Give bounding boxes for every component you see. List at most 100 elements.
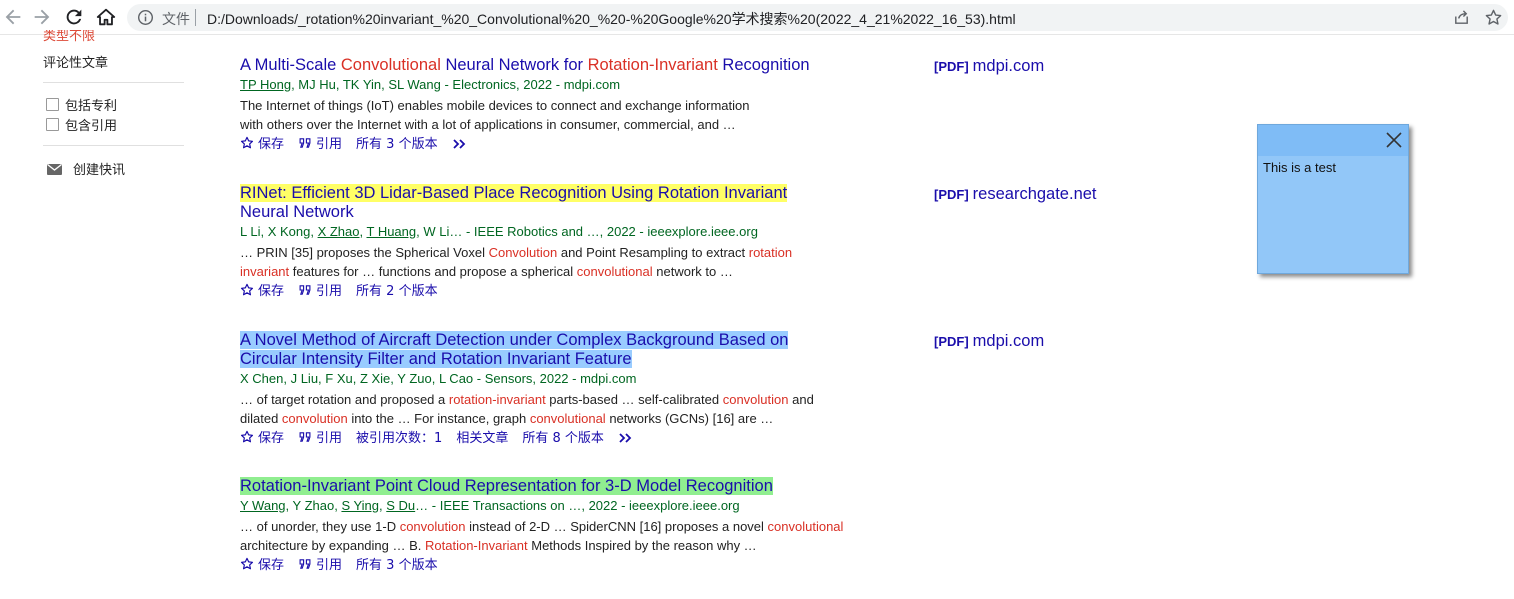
save-label: 保存 <box>258 431 285 446</box>
result-actions: 保存 引用 被引用次数：1 相关文章 所有 8 个版本 <box>240 430 860 447</box>
title-text[interactable]: Neural Network <box>240 203 354 221</box>
author-link[interactable]: X Zhao <box>318 224 360 239</box>
title-text-highlighted[interactable]: Rotation-Invariant Point Cloud Represent… <box>240 477 773 495</box>
snippet-line: dilated convolution into the … For insta… <box>240 411 774 426</box>
address-bar[interactable]: 文件 D:/Downloads/_rotation%20invariant_%2… <box>127 4 1508 31</box>
close-icon[interactable] <box>1384 130 1404 150</box>
result-authors: X Chen, J Liu, F Xu, Z Xie, Y Zuo, L Cao… <box>240 371 637 386</box>
save-label: 保存 <box>258 558 285 573</box>
save-button[interactable]: 保存 <box>240 430 285 446</box>
title-text-highlighted[interactable]: RINet: Efficient 3D Lidar-Based Place Re… <box>240 184 788 202</box>
result-authors: L Li, X Kong, X Zhao, T Huang, W Li… - I… <box>240 223 860 241</box>
snippet-line: with others over the Internet with a lot… <box>240 117 736 132</box>
snippet-line: … PRIN [35] proposes the Spherical Voxel… <box>240 245 793 260</box>
cite-label: 引用 <box>316 558 343 573</box>
more-icon[interactable] <box>452 137 472 152</box>
filter-type-any[interactable]: 类型不限 <box>43 30 95 43</box>
save-label: 保存 <box>258 137 285 152</box>
star-icon <box>240 430 254 443</box>
all-versions-link[interactable]: 所有 2 个版本 <box>356 284 438 299</box>
title-text[interactable]: Neural Network for <box>441 56 588 74</box>
result-snippet: The Internet of things (IoT) enables mob… <box>240 96 860 134</box>
sidebar-divider <box>43 145 184 146</box>
filter-review-articles[interactable]: 评论性文章 <box>43 52 108 71</box>
popup-message: This is a test <box>1263 160 1336 175</box>
forward-icon[interactable] <box>31 6 53 28</box>
authors-text: , <box>359 224 367 239</box>
quote-icon <box>299 138 311 148</box>
star-icon <box>240 283 254 296</box>
pdf-tag: [PDF] <box>934 334 969 349</box>
cite-button[interactable]: 引用 <box>298 284 342 299</box>
cite-label: 引用 <box>316 284 343 299</box>
info-icon[interactable] <box>137 9 154 26</box>
result-title[interactable]: A Novel Method of Aircraft Detection und… <box>240 331 860 369</box>
reload-icon[interactable] <box>63 6 85 28</box>
sidebar-divider <box>43 82 184 83</box>
authors-text: L Li, X Kong, <box>240 224 318 239</box>
result-item: Rotation-Invariant Point Cloud Represent… <box>240 477 860 574</box>
save-button[interactable]: 保存 <box>240 557 285 573</box>
pdf-source: researchgate.net <box>972 185 1097 203</box>
title-text-selected[interactable]: A Novel Method of Aircraft Detection und… <box>240 331 789 349</box>
title-text[interactable]: Recognition <box>718 56 809 74</box>
author-link[interactable]: S Ying <box>341 498 379 513</box>
related-articles-link[interactable]: 相关文章 <box>456 431 508 446</box>
author-link[interactable]: Y Wang <box>240 498 286 513</box>
author-link[interactable]: TP Hong <box>240 77 291 92</box>
all-versions-link[interactable]: 所有 8 个版本 <box>522 431 604 446</box>
create-alert-link[interactable]: 创建快讯 <box>73 159 125 178</box>
more-icon[interactable] <box>618 431 638 446</box>
cite-button[interactable]: 引用 <box>298 558 342 573</box>
snippet-line: … of unorder, they use 1-D convolution i… <box>240 519 844 534</box>
home-icon[interactable] <box>95 6 117 28</box>
cited-by-link[interactable]: 被引用次数：1 <box>356 431 442 446</box>
cite-button[interactable]: 引用 <box>298 137 342 152</box>
address-divider <box>195 9 196 26</box>
cite-button[interactable]: 引用 <box>298 431 342 446</box>
back-icon[interactable] <box>2 6 24 28</box>
result-item: A Novel Method of Aircraft Detection und… <box>240 331 860 447</box>
authors-source: , W Li… - IEEE Robotics and …, 2022 - ie… <box>416 224 758 239</box>
pdf-link[interactable]: [PDF] researchgate.net <box>934 185 1097 204</box>
share-icon[interactable] <box>1452 8 1471 27</box>
pdf-link[interactable]: [PDF] mdpi.com <box>934 332 1044 351</box>
bookmark-star-icon[interactable] <box>1484 8 1503 27</box>
file-label: 文件 <box>162 11 190 27</box>
title-keyword[interactable]: Convolutional <box>341 56 441 74</box>
test-popup: This is a test <box>1257 124 1409 274</box>
all-versions-link[interactable]: 所有 3 个版本 <box>356 137 438 152</box>
snippet-line: … of target rotation and proposed a rota… <box>240 392 814 407</box>
authors-source: , MJ Hu, TK Yin, SL Wang - Electronics, … <box>291 77 621 92</box>
title-text-selected[interactable]: Circular Intensity Filter and Rotation I… <box>240 350 632 368</box>
snippet-line: The Internet of things (IoT) enables mob… <box>240 98 750 113</box>
mail-icon[interactable] <box>47 162 62 175</box>
title-text[interactable]: A Multi-Scale <box>240 56 341 74</box>
title-keyword[interactable]: Rotation-Invariant <box>588 56 718 74</box>
url-text[interactable]: D:/Downloads/_rotation%20invariant_%20_C… <box>207 9 1016 29</box>
authors-source: … - IEEE Transactions on …, 2022 - ieeex… <box>415 498 740 513</box>
include-citations-label[interactable]: 包含引用 <box>65 115 117 134</box>
save-button[interactable]: 保存 <box>240 136 285 152</box>
result-snippet: … PRIN [35] proposes the Spherical Voxel… <box>240 243 860 281</box>
all-versions-link[interactable]: 所有 3 个版本 <box>356 558 438 573</box>
include-patents-checkbox[interactable] <box>46 98 59 111</box>
result-title[interactable]: A Multi-Scale Convolutional Neural Netwo… <box>240 56 860 75</box>
author-link[interactable]: S Du <box>386 498 415 513</box>
pdf-tag: [PDF] <box>934 187 969 202</box>
include-citations-checkbox[interactable] <box>46 118 59 131</box>
pdf-link[interactable]: [PDF] mdpi.com <box>934 57 1044 76</box>
save-button[interactable]: 保存 <box>240 283 285 299</box>
include-patents-label[interactable]: 包括专利 <box>65 95 117 114</box>
save-label: 保存 <box>258 284 285 299</box>
pdf-source: mdpi.com <box>972 332 1045 350</box>
result-title[interactable]: RINet: Efficient 3D Lidar-Based Place Re… <box>240 184 860 222</box>
result-title[interactable]: Rotation-Invariant Point Cloud Represent… <box>240 477 860 496</box>
cite-label: 引用 <box>316 137 343 152</box>
result-actions: 保存 引用 所有 3 个版本 <box>240 557 860 574</box>
author-link[interactable]: T Huang <box>367 224 417 239</box>
star-icon <box>240 557 254 570</box>
pdf-source: mdpi.com <box>972 57 1045 75</box>
cite-label: 引用 <box>316 431 343 446</box>
quote-icon <box>299 559 311 569</box>
